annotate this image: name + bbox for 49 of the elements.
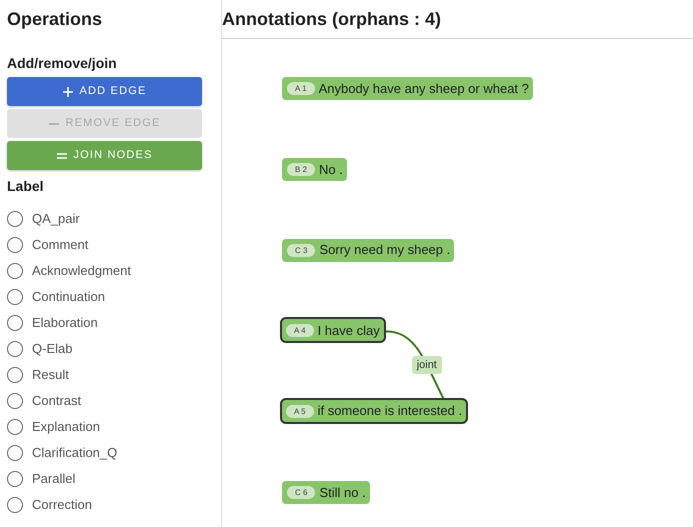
radio-button[interactable] bbox=[7, 211, 23, 227]
node-text: Anybody have any sheep or wheat ? bbox=[318, 80, 529, 98]
radio-label[interactable]: Parallel bbox=[32, 469, 76, 489]
radio-button[interactable] bbox=[7, 471, 23, 487]
utterance-node[interactable]: B 2 No . bbox=[282, 158, 347, 181]
node-text: Still no . bbox=[319, 484, 366, 502]
radio-button[interactable] bbox=[7, 289, 23, 305]
add-edge-button[interactable]: ADD EDGE bbox=[7, 77, 202, 106]
radio-button[interactable] bbox=[7, 445, 23, 461]
radio-label[interactable]: Correction bbox=[32, 495, 92, 515]
node-text: if someone is interested . bbox=[318, 402, 462, 420]
radio-label[interactable]: Clarification_Q bbox=[32, 443, 118, 463]
radio-button[interactable] bbox=[7, 341, 23, 357]
radio-label[interactable]: QA_pair bbox=[32, 209, 80, 229]
utterance-node[interactable]: C 3 Sorry need my sheep . bbox=[282, 238, 454, 262]
node-text: Sorry need my sheep . bbox=[319, 241, 450, 260]
radio-button[interactable] bbox=[7, 367, 23, 383]
radio-label[interactable]: Elaboration bbox=[32, 313, 98, 333]
radio-button[interactable] bbox=[7, 315, 23, 331]
utterance-node[interactable]: A 5 if someone is interested . bbox=[280, 398, 468, 424]
radio-label[interactable]: Contrast bbox=[32, 391, 82, 411]
utterance-node[interactable]: A 1 Anybody have any sheep or wheat ? bbox=[282, 77, 533, 100]
section-heading: Add/remove/join bbox=[7, 54, 118, 73]
radio-label[interactable]: Comment bbox=[32, 235, 88, 255]
radio-label[interactable]: Q-Elab bbox=[32, 339, 72, 359]
panel-title: Annotations (orphans : 4) bbox=[222, 8, 442, 31]
speaker-tag: A 1 bbox=[287, 82, 315, 95]
speaker-tag: B 2 bbox=[287, 162, 316, 176]
plus-icon bbox=[62, 86, 74, 98]
speaker-tag: A 5 bbox=[286, 404, 314, 418]
radio-button[interactable] bbox=[7, 393, 23, 409]
radio-button[interactable] bbox=[7, 263, 23, 279]
edge-label[interactable]: joint bbox=[412, 356, 442, 374]
speaker-tag: C 6 bbox=[287, 486, 316, 499]
node-text: I have clay bbox=[318, 322, 380, 340]
speaker-tag: A 4 bbox=[286, 324, 314, 337]
radio-button[interactable] bbox=[7, 237, 23, 253]
speaker-tag: C 3 bbox=[287, 244, 316, 257]
section-heading: Label bbox=[7, 177, 45, 196]
node-text: No . bbox=[319, 160, 343, 179]
radio-label[interactable]: Result bbox=[32, 365, 69, 385]
utterance-node[interactable]: C 6 Still no . bbox=[282, 481, 370, 504]
radio-label[interactable]: Acknowledgment bbox=[32, 261, 131, 281]
panel-title: Operations bbox=[7, 8, 104, 31]
utterance-node[interactable]: A 4 I have clay bbox=[280, 317, 386, 344]
radio-label[interactable]: Explanation bbox=[32, 417, 100, 437]
radio-label[interactable]: Continuation bbox=[32, 287, 105, 307]
radio-button[interactable] bbox=[7, 419, 23, 435]
radio-button[interactable] bbox=[7, 497, 23, 513]
